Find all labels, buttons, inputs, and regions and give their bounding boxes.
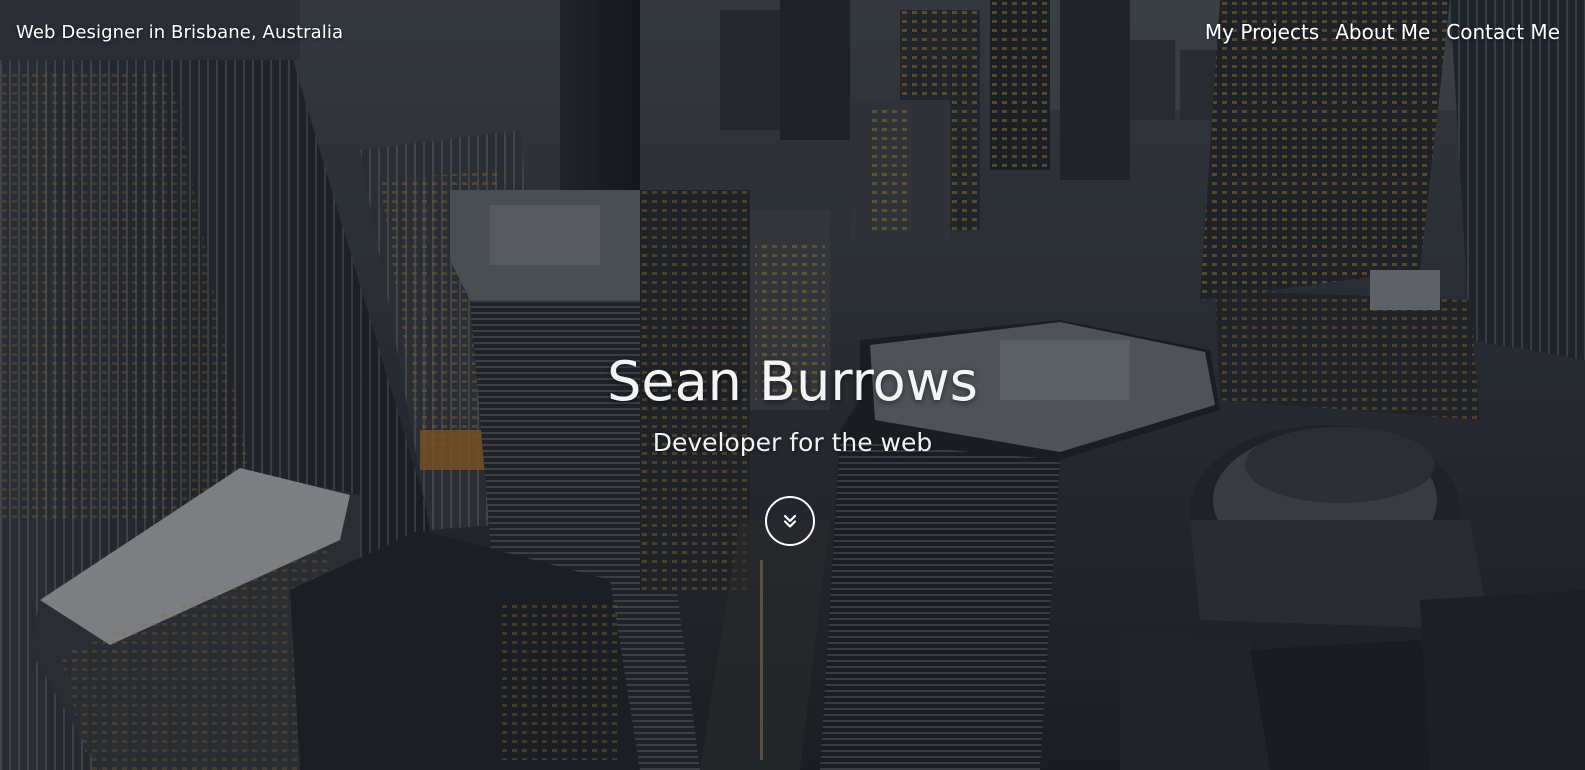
nav-link-about-me[interactable]: About Me — [1335, 20, 1430, 44]
main-nav: My Projects About Me Contact Me — [1205, 20, 1560, 44]
site-brand-link[interactable]: Web Designer in Brisbane, Australia — [16, 22, 343, 43]
hero-title: Sean Burrows — [607, 350, 978, 413]
scroll-down-button[interactable] — [765, 496, 815, 546]
hero-subtitle: Developer for the web — [652, 428, 933, 457]
double-chevron-down-icon — [783, 514, 797, 528]
top-navigation-bar: Web Designer in Brisbane, Australia My P… — [0, 0, 1585, 66]
nav-link-my-projects[interactable]: My Projects — [1205, 20, 1319, 44]
nav-link-contact-me[interactable]: Contact Me — [1446, 20, 1560, 44]
hero-section: Web Designer in Brisbane, Australia My P… — [0, 0, 1585, 770]
